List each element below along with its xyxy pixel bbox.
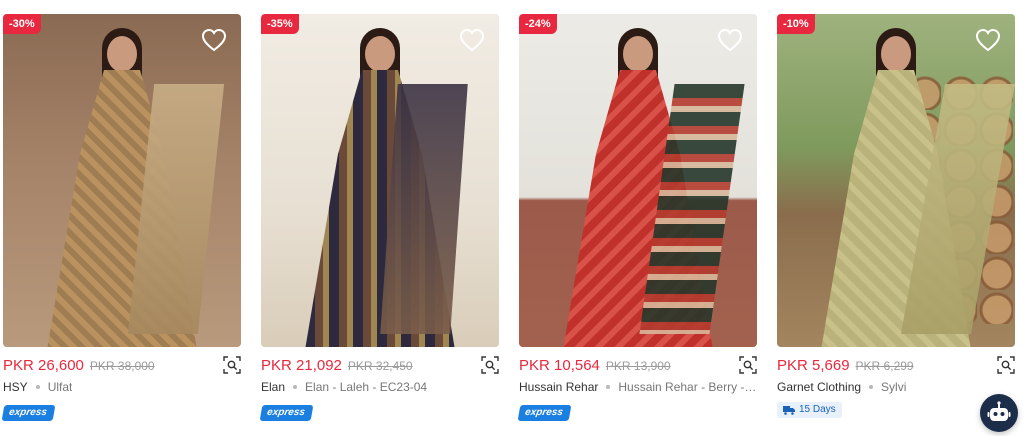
price-row: PKR 10,564 PKR 13,900 (519, 356, 757, 376)
shipping-days-label: 15 Days (799, 404, 836, 415)
price-row: PKR 5,669 PKR 6,299 (777, 356, 1015, 376)
product-meta: HSY Ulfat (3, 379, 241, 395)
product-card[interactable]: -10% PKR 5,669 PKR 6,299 Garnet Clothing… (777, 14, 1015, 424)
current-price: PKR 5,669 (777, 357, 850, 374)
separator-dot (293, 385, 298, 389)
product-image[interactable]: -30% (3, 14, 241, 347)
brand-name[interactable]: Garnet Clothing (777, 380, 861, 394)
separator-dot (35, 385, 40, 389)
separator-dot (869, 385, 874, 389)
express-badge: express (259, 405, 314, 421)
original-price: PKR 32,450 (347, 359, 413, 373)
product-image[interactable]: -10% (777, 14, 1015, 347)
product-card[interactable]: -30% PKR 26,600 PKR 38,000 HSY Ulfat exp… (1, 14, 241, 424)
product-card[interactable]: -24% PKR 10,564 PKR 13,900 Hussain Rehar… (517, 14, 757, 424)
product-name[interactable]: Sylvi (881, 380, 906, 394)
product-image[interactable]: -24% (519, 14, 757, 347)
shipping-time-badge: 15 Days (777, 402, 842, 418)
product-photo (777, 14, 1015, 347)
wishlist-heart-icon[interactable] (975, 28, 1001, 52)
separator-dot (606, 385, 611, 389)
discount-badge: -24% (519, 14, 557, 34)
original-price: PKR 13,900 (605, 359, 671, 373)
wishlist-heart-icon[interactable] (717, 28, 743, 52)
express-badge: express (517, 405, 572, 421)
wishlist-heart-icon[interactable] (459, 28, 485, 52)
delivery-badge-row: express (259, 402, 314, 421)
discount-badge: -35% (261, 14, 299, 34)
brand-name[interactable]: Elan (261, 380, 285, 394)
brand-name[interactable]: HSY (3, 380, 28, 394)
product-meta: Garnet Clothing Sylvi (777, 379, 1015, 395)
price-row: PKR 26,600 PKR 38,000 (3, 356, 241, 376)
brand-name[interactable]: Hussain Rehar (519, 380, 598, 394)
product-name[interactable]: Elan - Laleh - EC23-04 (305, 380, 427, 394)
truck-icon (783, 406, 795, 415)
current-price: PKR 10,564 (519, 357, 600, 374)
delivery-badge-row: 15 Days (777, 402, 842, 418)
scan-search-icon[interactable] (739, 356, 757, 374)
product-card[interactable]: -35% PKR 21,092 PKR 32,450 Elan Elan - L… (259, 14, 499, 424)
product-name[interactable]: Ulfat (48, 380, 73, 394)
current-price: PKR 26,600 (3, 357, 84, 374)
delivery-badge-row: express (1, 402, 56, 421)
scan-search-icon[interactable] (997, 356, 1015, 374)
discount-badge: -30% (3, 14, 41, 34)
product-photo (3, 14, 241, 347)
product-meta: Hussain Rehar Hussain Rehar - Berry - ..… (519, 379, 757, 395)
product-name[interactable]: Hussain Rehar - Berry - ... (618, 380, 757, 394)
scan-search-icon[interactable] (223, 356, 241, 374)
chatbot-button[interactable] (980, 394, 1018, 432)
delivery-badge-row: express (517, 402, 572, 421)
product-image[interactable]: -35% (261, 14, 499, 347)
product-photo (519, 14, 757, 347)
original-price: PKR 38,000 (89, 359, 155, 373)
product-meta: Elan Elan - Laleh - EC23-04 (261, 379, 499, 395)
price-row: PKR 21,092 PKR 32,450 (261, 356, 499, 376)
product-photo (261, 14, 499, 347)
current-price: PKR 21,092 (261, 357, 342, 374)
wishlist-heart-icon[interactable] (201, 28, 227, 52)
express-badge: express (1, 405, 56, 421)
robot-icon (987, 401, 1011, 421)
discount-badge: -10% (777, 14, 815, 34)
original-price: PKR 6,299 (855, 359, 914, 373)
scan-search-icon[interactable] (481, 356, 499, 374)
product-grid: -30% PKR 26,600 PKR 38,000 HSY Ulfat exp… (0, 0, 1024, 436)
